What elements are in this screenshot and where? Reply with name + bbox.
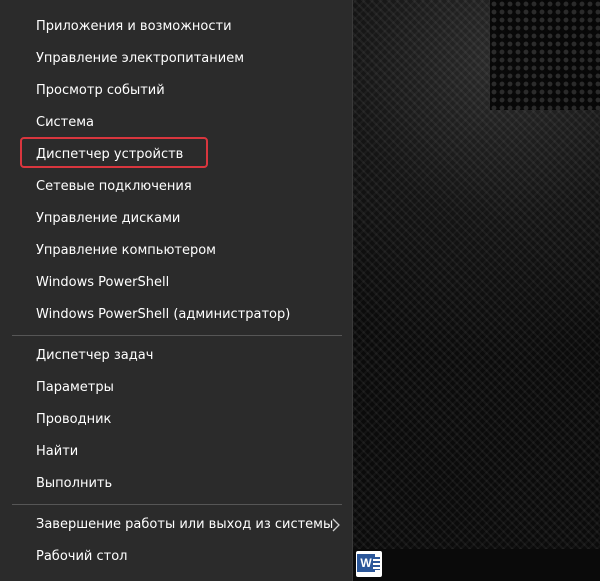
menu-item-power-options[interactable]: Управление электропитанием xyxy=(0,43,353,75)
menu-item-label: Выполнить xyxy=(36,476,113,491)
menu-item-label: Проводник xyxy=(36,412,112,427)
menu-item-label: Windows PowerShell (администратор) xyxy=(36,307,291,322)
menu-item-powershell[interactable]: Windows PowerShell xyxy=(0,267,353,299)
menu-item-powershell-admin[interactable]: Windows PowerShell (администратор) xyxy=(0,299,353,331)
desktop-hex-pattern xyxy=(490,0,600,110)
menu-item-desktop[interactable]: Рабочий стол xyxy=(0,541,353,573)
menu-item-event-viewer[interactable]: Просмотр событий xyxy=(0,75,353,107)
chevron-right-icon xyxy=(332,518,340,532)
menu-item-file-explorer[interactable]: Проводник xyxy=(0,404,353,436)
winx-context-menu: Приложения и возможности Управление элек… xyxy=(0,0,353,581)
menu-item-disk-management[interactable]: Управление дисками xyxy=(0,203,353,235)
menu-item-label: Приложения и возможности xyxy=(36,19,232,34)
word-icon[interactable]: W xyxy=(356,551,382,577)
taskbar xyxy=(353,549,600,581)
menu-item-label: Рабочий стол xyxy=(36,549,128,564)
menu-item-shutdown-signout[interactable]: Завершение работы или выход из системы xyxy=(0,509,353,541)
menu-item-label: Windows PowerShell xyxy=(36,275,170,290)
menu-item-label: Управление компьютером xyxy=(36,243,216,258)
menu-item-label: Параметры xyxy=(36,380,114,395)
menu-separator xyxy=(12,335,342,336)
menu-item-apps-features[interactable]: Приложения и возможности xyxy=(0,11,353,43)
menu-item-label: Найти xyxy=(36,444,79,459)
menu-item-task-manager[interactable]: Диспетчер задач xyxy=(0,340,353,372)
menu-item-label: Система xyxy=(36,115,95,130)
menu-item-computer-management[interactable]: Управление компьютером xyxy=(0,235,353,267)
menu-item-search[interactable]: Найти xyxy=(0,436,353,468)
menu-item-settings[interactable]: Параметры xyxy=(0,372,353,404)
menu-item-label: Управление электропитанием xyxy=(36,51,244,66)
word-icon-lines xyxy=(373,557,380,570)
menu-item-label: Сетевые подключения xyxy=(36,179,192,194)
menu-item-label: Завершение работы или выход из системы xyxy=(36,517,334,532)
menu-item-run[interactable]: Выполнить xyxy=(0,468,353,500)
menu-separator xyxy=(12,504,342,505)
menu-item-system[interactable]: Система xyxy=(0,107,353,139)
menu-item-label: Управление дисками xyxy=(36,211,181,226)
highlight-box xyxy=(20,137,208,168)
menu-item-network-connections[interactable]: Сетевые подключения xyxy=(0,171,353,203)
menu-item-label: Просмотр событий xyxy=(36,83,165,98)
menu-item-label: Диспетчер задач xyxy=(36,348,154,363)
